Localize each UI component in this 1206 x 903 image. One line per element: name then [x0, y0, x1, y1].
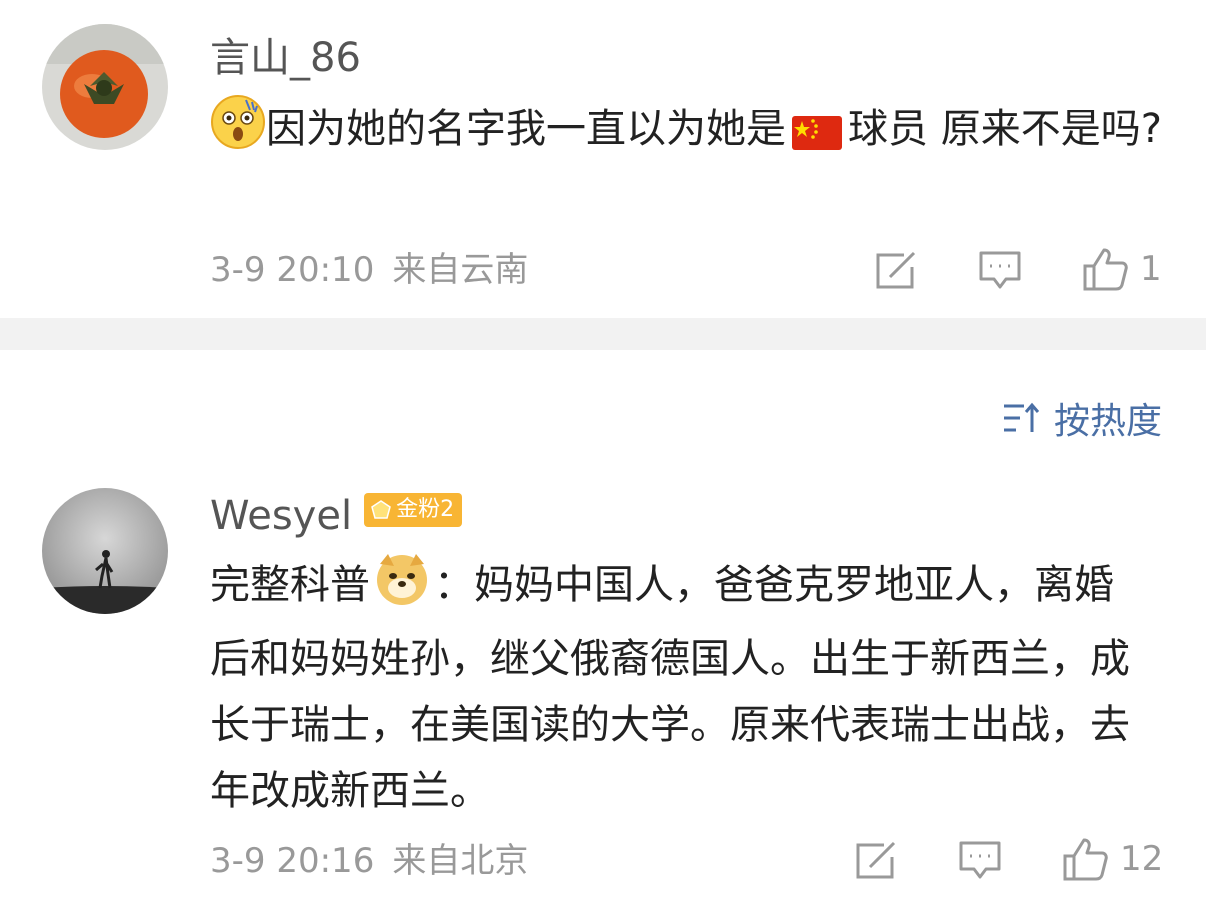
comment-button[interactable]: [958, 836, 1002, 886]
thumbs-up-icon: [1063, 838, 1108, 881]
timestamp: 3-9 20:16: [210, 841, 375, 881]
comment-text: 因为她的名字我一直以为她是 球员 原来不是吗?: [210, 94, 1170, 170]
section-divider: [0, 318, 1206, 350]
fan-badge[interactable]: 金粉2: [364, 493, 463, 527]
sort-label: 按热度: [1053, 401, 1162, 442]
like-count: 1: [1140, 249, 1162, 289]
comment-card-2: Wesyel 金粉2 完整科普 ：妈妈中国人，爸爸克罗地亚人，离婚后和妈妈姓孙，…: [0, 470, 1206, 903]
shocked-face-icon: [210, 94, 266, 170]
comment-icon: [979, 251, 1021, 289]
timestamp: 3-9 20:10: [210, 250, 375, 290]
comment-text: 完整科普 ：妈妈中国人，爸爸克罗地亚人，离婚后和妈妈姓孙，继父俄裔德国人。出生于…: [210, 550, 1150, 824]
comment-card-1: 言山_86 因为她的名字我一直以为她是 球员 原来不是吗? 3-9 20:10 …: [0, 0, 1206, 318]
share-icon: [876, 251, 916, 289]
username[interactable]: 言山_86: [210, 34, 361, 82]
crown-icon: [371, 500, 391, 519]
share-button[interactable]: [854, 836, 898, 886]
share-icon: [856, 841, 896, 879]
comment-icon: [959, 841, 1001, 879]
username-row: Wesyel 金粉2: [210, 492, 463, 540]
avatar[interactable]: [42, 24, 168, 150]
username[interactable]: Wesyel: [210, 493, 352, 539]
avatar[interactable]: [42, 488, 168, 614]
thumbs-up-icon: [1083, 248, 1128, 291]
china-flag-icon: [792, 104, 842, 170]
doge-icon: [374, 550, 430, 626]
location: 来自北京: [392, 841, 529, 881]
comment-meta: 3-9 20:10 来自云南: [210, 250, 528, 290]
location: 来自云南: [392, 250, 529, 290]
comment-button[interactable]: [978, 246, 1022, 296]
like-count: 12: [1120, 839, 1164, 879]
like-button[interactable]: 12: [1062, 834, 1163, 884]
like-button[interactable]: 1: [1082, 244, 1162, 294]
share-button[interactable]: [874, 246, 918, 296]
sort-by-hot-button[interactable]: 按热度: [1002, 392, 1162, 444]
sort-icon: [1003, 402, 1040, 432]
comment-meta: 3-9 20:16 来自北京: [210, 841, 528, 881]
